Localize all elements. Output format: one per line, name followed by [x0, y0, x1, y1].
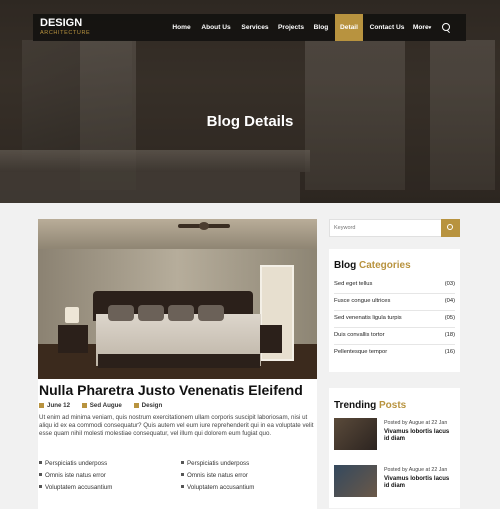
category-count: (04)	[444, 298, 455, 304]
trending-byline: Posted by Augue at 22 Jan	[384, 420, 448, 426]
trending-byline: Posted by Augue at 22 Jan	[384, 467, 448, 473]
page-title: Blog Details	[206, 113, 294, 130]
category-count: (16)	[444, 349, 455, 355]
category-count: (18)	[444, 332, 455, 338]
category-item[interactable]: Pellentesque tempor (16)	[334, 344, 455, 361]
nav-item-detail[interactable]: Detail	[335, 14, 363, 41]
nav-item-home[interactable]: Home	[168, 14, 195, 41]
pillow	[168, 305, 194, 321]
nightstand	[260, 325, 282, 353]
trending-post-title[interactable]: Vivamus lobortis lacus id diam	[384, 476, 456, 490]
category-count: (03)	[444, 281, 455, 287]
sidebar-search	[329, 219, 460, 237]
categories-title-accent: Categories	[359, 260, 411, 271]
post-card: Nulla Pharetra Justo Venenatis Eleifend …	[38, 219, 317, 509]
post-category[interactable]: Design	[133, 402, 163, 409]
trending-post-title[interactable]: Vivamus lobortis lacus id diam	[384, 429, 456, 443]
category-name: Fusce congue ultrices	[334, 298, 391, 304]
category-item[interactable]: Sed eget tellus (03)	[334, 276, 455, 294]
post-author-text: Sed Augue	[89, 402, 122, 409]
trending-title-accent: Posts	[379, 400, 407, 411]
category-count: (05)	[444, 315, 455, 321]
list-item: Voluptatem accusantium	[39, 482, 169, 494]
nav-item-more[interactable]: More▾	[411, 14, 433, 41]
category-name: Sed venenatis ligula turpis	[334, 315, 402, 321]
search-icon	[447, 224, 453, 230]
list-item: Voluptatem accusantium	[181, 482, 311, 494]
trending-thumbnail[interactable]	[334, 465, 377, 497]
category-name: Pellentesque tempor	[334, 349, 388, 355]
category-item[interactable]: Fusce congue ultrices (04)	[334, 293, 455, 311]
logo[interactable]: DESIGN ARCHITECTURE	[40, 18, 90, 37]
nav-item-services[interactable]: Services	[238, 14, 272, 41]
categories-widget: Blog Categories Sed eget tellus (03) Fus…	[329, 249, 460, 372]
nav-item-more-label: More	[412, 24, 429, 31]
category-item[interactable]: Sed venenatis ligula turpis (05)	[334, 310, 455, 328]
post-date: June 12	[39, 402, 70, 409]
list-item: Omnis iste natus error	[39, 470, 169, 482]
category-name: Duis convallis tortor	[334, 332, 385, 338]
pillow	[198, 305, 224, 321]
user-icon	[81, 403, 87, 408]
bed-footboard	[98, 354, 260, 368]
post-meta: June 12 Sed Augue Design	[39, 402, 172, 409]
folder-icon	[133, 403, 139, 408]
nav-item-projects[interactable]: Projects	[276, 14, 306, 41]
post-date-text: June 12	[47, 402, 71, 409]
post-title[interactable]: Nulla Pharetra Justo Venenatis Eleifend	[39, 382, 317, 398]
categories-title: Blog Categories	[334, 260, 411, 271]
list-item: Perspiciatis underposs	[181, 458, 311, 470]
trending-item[interactable]: Posted by Augue at 22 Jan Vivamus lobort…	[334, 465, 460, 501]
post-category-text: Design	[141, 402, 163, 409]
calendar-icon	[39, 403, 44, 408]
bullet-column-left: Perspiciatis underposs Omnis iste natus …	[39, 458, 169, 494]
post-author[interactable]: Sed Augue	[81, 402, 122, 409]
list-item: Perspiciatis underposs	[39, 458, 169, 470]
post-body: Ut enim ad minima veniam, quis nostrum e…	[39, 414, 314, 438]
trending-item[interactable]: Posted by Augue at 22 Jan Vivamus lobort…	[334, 418, 460, 454]
search-button[interactable]	[441, 219, 460, 237]
navbar: DESIGN ARCHITECTURE Home About Us Servic…	[33, 14, 466, 41]
trending-title-text: Trending	[334, 400, 377, 411]
post-featured-image	[38, 219, 317, 379]
nightstand	[58, 325, 88, 353]
bullet-column-right: Perspiciatis underposs Omnis iste natus …	[181, 458, 311, 494]
nav-item-contact[interactable]: Contact Us	[367, 14, 407, 41]
list-item: Omnis iste natus error	[181, 470, 311, 482]
categories-title-text: Blog	[334, 260, 357, 271]
category-item[interactable]: Duis convallis tortor (18)	[334, 327, 455, 345]
pillow	[138, 305, 164, 321]
logo-name: DESIGN	[40, 17, 83, 29]
trending-title: Trending Posts	[334, 400, 406, 411]
nav-item-blog[interactable]: Blog	[311, 14, 331, 41]
trending-widget: Trending Posts Posted by Augue at 22 Jan…	[329, 388, 460, 508]
search-icon[interactable]	[442, 23, 450, 31]
lamp	[65, 307, 79, 323]
chevron-down-icon: ▾	[428, 25, 432, 31]
trending-thumbnail[interactable]	[334, 418, 377, 450]
nav-item-about[interactable]: About Us	[198, 14, 234, 41]
search-input[interactable]	[330, 220, 444, 236]
logo-tagline: ARCHITECTURE	[40, 30, 91, 36]
category-name: Sed eget tellus	[334, 281, 373, 287]
pillow	[108, 305, 134, 321]
ceiling-fan	[178, 222, 230, 230]
